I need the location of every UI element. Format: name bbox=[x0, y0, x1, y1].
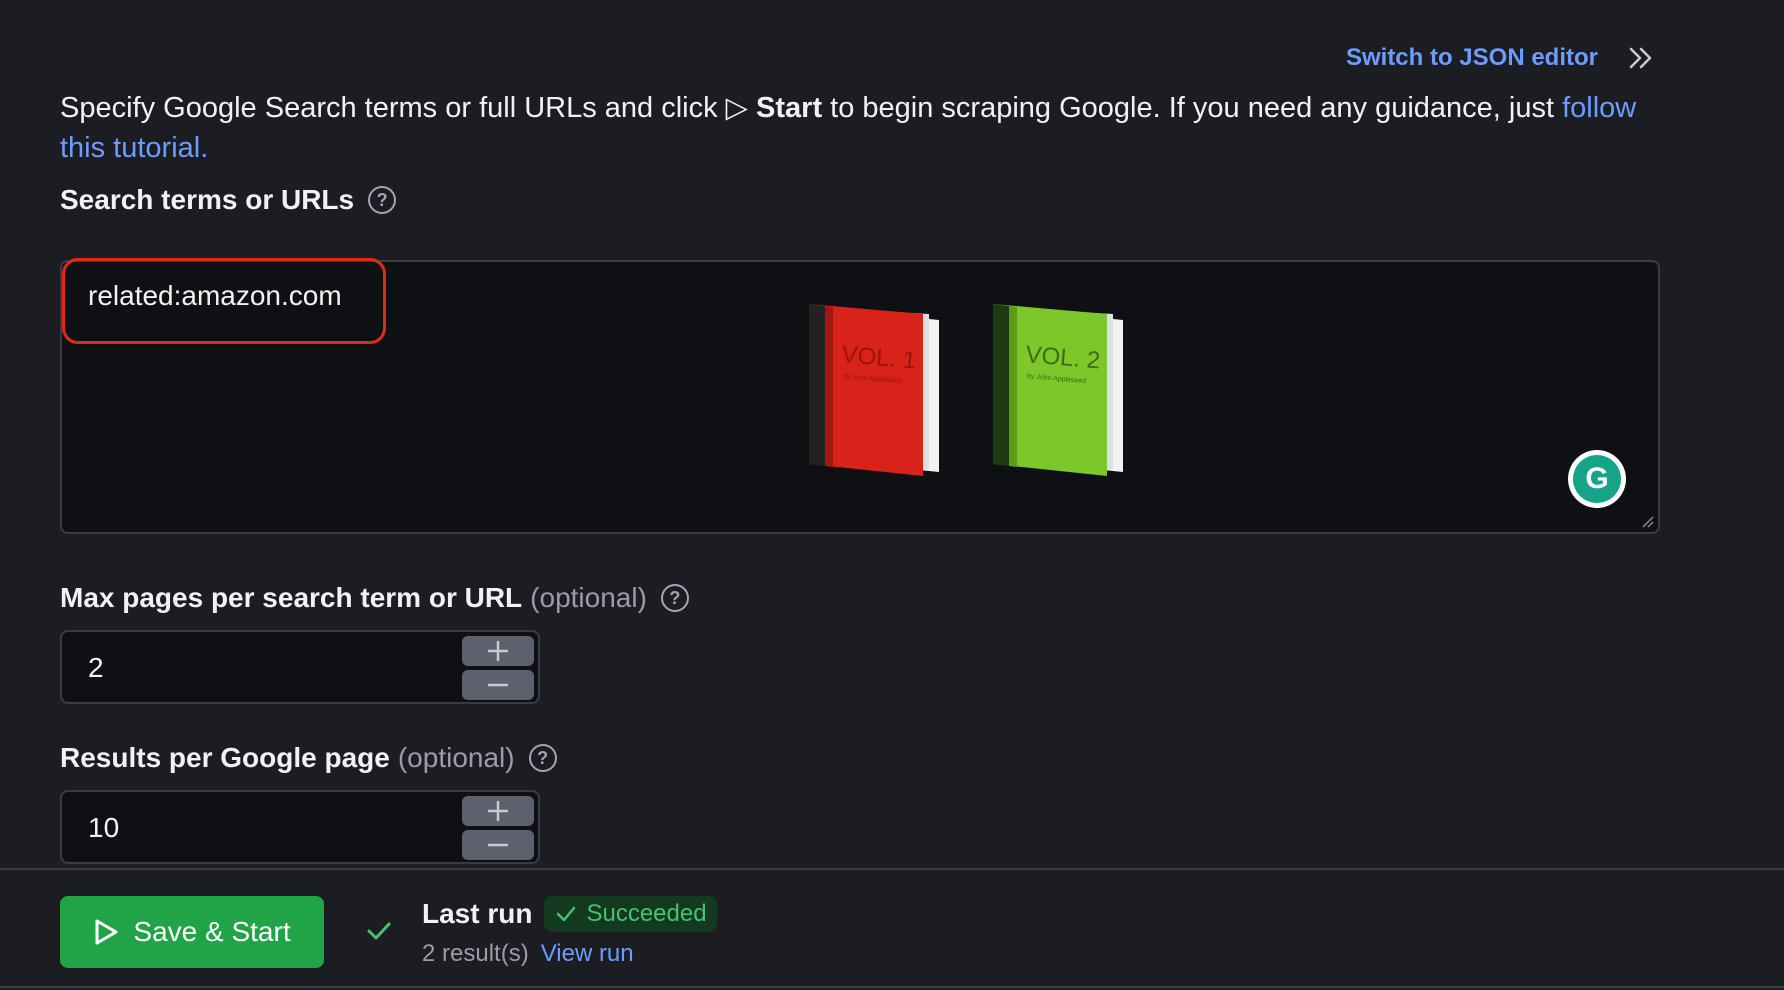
save-and-start-button[interactable]: Save & Start bbox=[60, 896, 324, 968]
minus-icon bbox=[488, 843, 508, 847]
view-run-link[interactable]: View run bbox=[541, 940, 634, 968]
switch-to-json-editor-link[interactable]: Switch to JSON editor bbox=[1346, 44, 1654, 72]
increment-button[interactable] bbox=[462, 636, 534, 666]
play-symbol: ▷ bbox=[725, 92, 748, 124]
check-icon bbox=[367, 922, 391, 940]
save-and-start-label: Save & Start bbox=[133, 916, 291, 947]
minus-icon bbox=[488, 683, 508, 687]
start-keyword: Start bbox=[756, 92, 823, 124]
results-per-page-value: 10 bbox=[88, 812, 120, 843]
search-terms-label: Search terms or URLs ? bbox=[60, 184, 397, 216]
green-book-icon: VOL. 2 by John Appleseed bbox=[993, 304, 1123, 476]
decrement-button[interactable] bbox=[462, 670, 534, 700]
divider bbox=[0, 986, 1784, 988]
decrement-button[interactable] bbox=[462, 830, 534, 860]
status-badge: Succeeded bbox=[544, 896, 717, 932]
max-pages-input[interactable]: 2 bbox=[60, 630, 540, 704]
check-icon bbox=[557, 906, 576, 922]
optional-tag: (optional) bbox=[397, 742, 515, 773]
results-per-page-stepper bbox=[462, 796, 534, 860]
action-footer: Save & Start Last run Succeeded 2 result… bbox=[0, 868, 1784, 990]
optional-tag: (optional) bbox=[530, 582, 647, 613]
last-run-title: Last run bbox=[422, 898, 533, 929]
resize-handle-icon[interactable] bbox=[1640, 514, 1654, 528]
json-editor-link-label: Switch to JSON editor bbox=[1345, 44, 1598, 71]
last-run-info: Last run Succeeded 2 result(s) View run bbox=[422, 896, 717, 968]
grammarly-icon[interactable]: G bbox=[1568, 450, 1626, 508]
results-per-page-input[interactable]: 10 bbox=[60, 790, 540, 864]
result-count: 2 result(s) bbox=[422, 940, 529, 967]
results-per-page-label: Results per Google page (optional) ? bbox=[60, 742, 557, 774]
help-icon[interactable]: ? bbox=[528, 744, 557, 772]
help-icon[interactable]: ? bbox=[368, 186, 397, 214]
increment-button[interactable] bbox=[462, 796, 534, 826]
plus-icon bbox=[488, 801, 508, 821]
max-pages-stepper bbox=[462, 636, 534, 700]
help-icon[interactable]: ? bbox=[660, 584, 689, 612]
search-terms-value: related:amazon.com bbox=[88, 280, 342, 311]
play-icon bbox=[95, 919, 118, 945]
search-terms-textarea[interactable]: related:amazon.com VOL. 1 by John Apples… bbox=[60, 258, 1660, 534]
plus-icon bbox=[488, 641, 508, 661]
intro-text: Specify Google Search terms or full URLs… bbox=[60, 92, 1637, 164]
max-pages-label: Max pages per search term or URL (option… bbox=[60, 582, 689, 614]
max-pages-value: 2 bbox=[88, 652, 104, 683]
double-chevron-right-icon[interactable] bbox=[1628, 46, 1654, 70]
status-text: Succeeded bbox=[586, 900, 707, 927]
books-emoji: VOL. 1 by John Appleseed VOL. 2 by John … bbox=[807, 300, 1137, 480]
red-book-icon: VOL. 1 by John Appleseed bbox=[809, 304, 939, 476]
